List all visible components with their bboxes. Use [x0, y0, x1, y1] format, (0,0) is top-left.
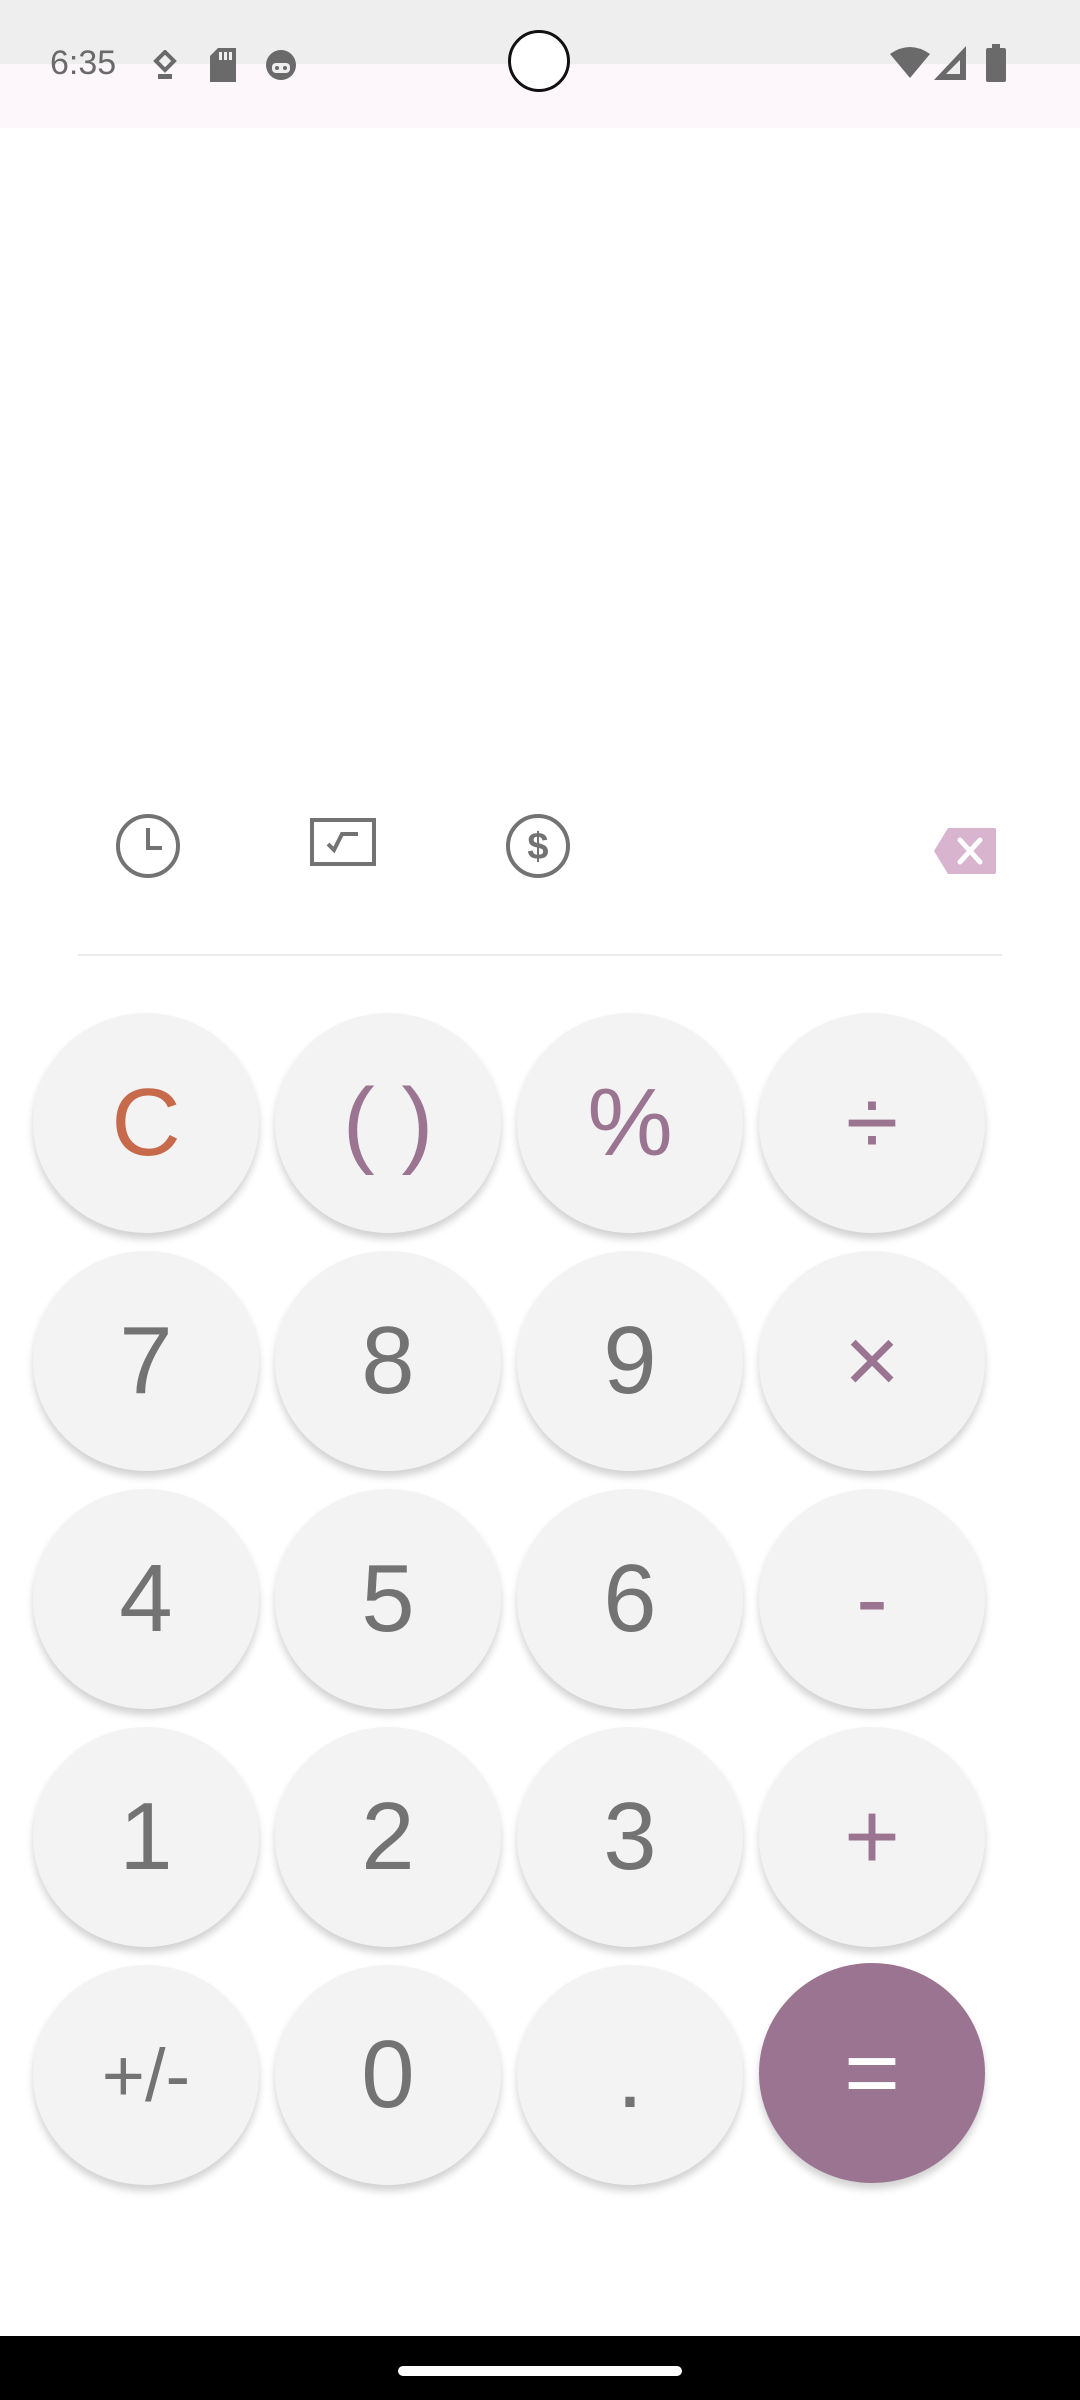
clock-icon[interactable]	[114, 812, 182, 880]
divider	[78, 954, 1002, 956]
percent-button[interactable]: %	[517, 1013, 743, 1233]
digit-0-button[interactable]: 0	[275, 1965, 501, 2185]
status-time: 6:35	[50, 44, 117, 82]
digit-7-button[interactable]: 7	[33, 1251, 259, 1471]
equals-button[interactable]: =	[759, 1963, 985, 2183]
calculator-display[interactable]	[0, 128, 1080, 788]
sqrt-board-icon[interactable]	[310, 818, 376, 872]
backspace-icon[interactable]	[932, 826, 998, 876]
digit-3-button[interactable]: 3	[517, 1727, 743, 1947]
digit-5-button[interactable]: 5	[275, 1489, 501, 1709]
sd-card-icon	[210, 48, 236, 82]
android-face-icon	[266, 50, 296, 80]
subtract-button[interactable]: -	[759, 1489, 985, 1709]
parentheses-button[interactable]: ( )	[275, 1013, 501, 1233]
digit-4-button[interactable]: 4	[33, 1489, 259, 1709]
digit-9-button[interactable]: 9	[517, 1251, 743, 1471]
multiply-button[interactable]: ×	[759, 1251, 985, 1471]
add-button[interactable]: +	[759, 1727, 985, 1947]
digit-8-button[interactable]: 8	[275, 1251, 501, 1471]
clear-button[interactable]: C	[33, 1013, 259, 1233]
negate-button[interactable]: +/-	[33, 1965, 259, 2185]
home-gesture-handle[interactable]	[398, 2366, 682, 2376]
divide-button[interactable]: ÷	[759, 1013, 985, 1233]
decimal-button[interactable]: .	[517, 1965, 743, 2185]
location-pin-icon	[153, 50, 177, 79]
svg-text:$: $	[527, 826, 548, 868]
battery-icon	[986, 44, 1006, 82]
digit-2-button[interactable]: 2	[275, 1727, 501, 1947]
digit-6-button[interactable]: 6	[517, 1489, 743, 1709]
dollar-circle-icon[interactable]: $	[504, 812, 572, 880]
digit-1-button[interactable]: 1	[33, 1727, 259, 1947]
front-camera	[508, 30, 570, 92]
cell-signal-icon	[934, 46, 966, 80]
wifi-icon	[890, 47, 930, 78]
